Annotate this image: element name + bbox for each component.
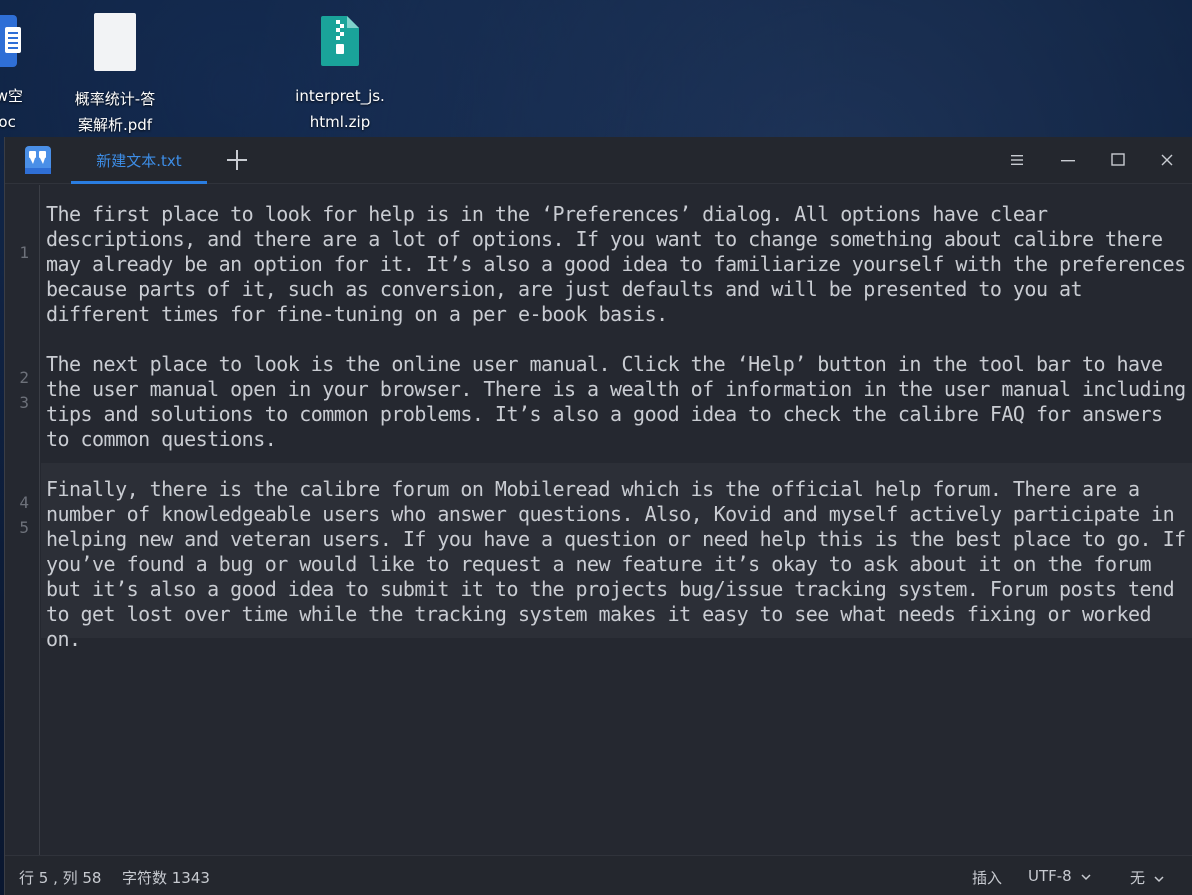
statusbar: 行 5 , 列 58 字符数 1343 插入 UTF-8 无 bbox=[5, 855, 1192, 895]
plus-icon bbox=[227, 150, 247, 170]
desktop-icon-zip-file[interactable]: interpret_js. html.zip bbox=[285, 0, 395, 135]
desktop-icon-word-doc[interactable]: new空 .doc bbox=[0, 0, 55, 135]
desktop-icon-pdf-file[interactable]: 概率统计-答 案解析.pdf bbox=[60, 0, 170, 135]
encoding-selector[interactable]: UTF-8 bbox=[1028, 867, 1091, 885]
zip-archive-icon bbox=[319, 12, 361, 69]
editor-line-5: Finally, there is the calibre forum on M… bbox=[46, 477, 1186, 651]
line-number: 3 bbox=[19, 393, 29, 412]
maximize-button[interactable] bbox=[1107, 149, 1129, 171]
text-editor-area[interactable]: The first place to look for help is in t… bbox=[41, 185, 1192, 855]
chevron-down-icon bbox=[1154, 875, 1164, 882]
titlebar: 新建文本.txt bbox=[5, 137, 1192, 184]
minimize-icon bbox=[1061, 160, 1075, 162]
desktop-icon-caption: interpret_js. html.zip bbox=[295, 87, 385, 131]
text-editor-app-icon[interactable] bbox=[25, 146, 51, 174]
syntax-highlight-selector[interactable]: 无 bbox=[1130, 867, 1164, 888]
tab-current-file[interactable]: 新建文本.txt bbox=[71, 137, 207, 184]
line-number: 1 bbox=[19, 243, 29, 262]
word-document-icon bbox=[0, 12, 25, 69]
line-number: 5 bbox=[19, 518, 29, 537]
tab-label: 新建文本.txt bbox=[96, 152, 182, 170]
pdf-document-icon bbox=[93, 12, 137, 72]
minimize-button[interactable] bbox=[1057, 149, 1079, 171]
line-number: 2 bbox=[19, 368, 29, 387]
desktop-icon-caption: new空 .doc bbox=[0, 87, 23, 131]
text-editor-window: 新建文本.txt 1 2 3 4 5 The first place to lo… bbox=[4, 137, 1192, 895]
insert-mode-toggle[interactable]: 插入 bbox=[972, 867, 1002, 888]
close-button[interactable] bbox=[1156, 149, 1178, 171]
encoding-label: UTF-8 bbox=[1028, 867, 1072, 885]
maximize-icon bbox=[1111, 153, 1125, 166]
active-tab-indicator bbox=[71, 181, 207, 184]
desktop-icon-caption: 概率统计-答 案解析.pdf bbox=[74, 90, 156, 134]
editor-line-1: The first place to look for help is in t… bbox=[46, 202, 1186, 326]
hamburger-menu-icon bbox=[1011, 155, 1023, 165]
syntax-highlight-label: 无 bbox=[1130, 869, 1146, 887]
chevron-down-icon bbox=[1080, 873, 1091, 880]
line-number: 4 bbox=[19, 493, 29, 512]
cursor-position: 行 5 , 列 58 bbox=[19, 869, 102, 887]
editor-line-3: The next place to look is the online use… bbox=[46, 352, 1186, 451]
line-number-gutter: 1 2 3 4 5 bbox=[5, 185, 40, 855]
close-icon bbox=[1161, 154, 1173, 166]
add-tab-button[interactable] bbox=[225, 148, 249, 172]
menu-button[interactable] bbox=[1006, 149, 1028, 171]
character-count: 字符数 1343 bbox=[122, 869, 210, 887]
